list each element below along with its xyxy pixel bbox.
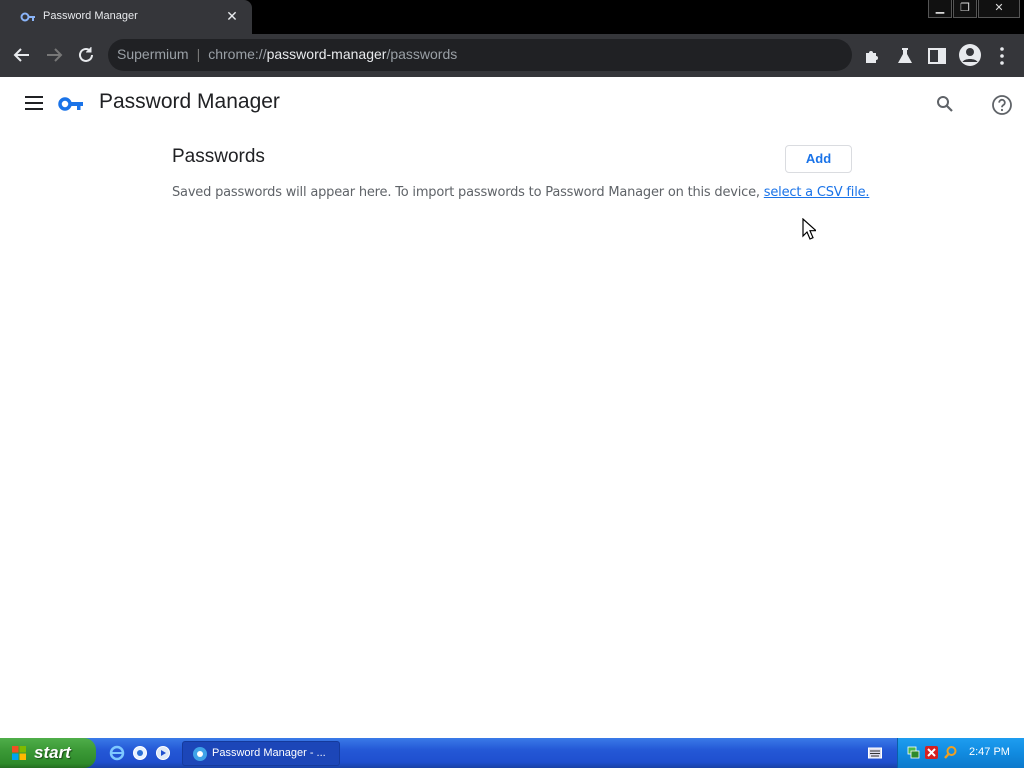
browser-app-icon	[193, 747, 207, 761]
start-button[interactable]: start	[0, 738, 96, 768]
app-title: Password Manager	[99, 90, 280, 113]
mouse-cursor-icon	[802, 218, 816, 240]
tab-password-manager[interactable]: Password Manager ✕	[0, 0, 252, 34]
window-minimize-button[interactable]: ▁	[928, 0, 952, 18]
url-host: password-manager	[266, 46, 387, 62]
window-close-button[interactable]: ✕	[978, 0, 1020, 18]
omnibox-separator: |	[196, 46, 201, 62]
system-clock: 2:47 PM	[969, 746, 1010, 758]
taskbar: start Password Manager - ... 2:47 PM	[0, 738, 1024, 768]
internet-explorer-icon[interactable]	[109, 745, 125, 761]
search-tray-icon[interactable]	[943, 745, 958, 760]
media-player-icon[interactable]	[155, 745, 171, 761]
url-scheme: chrome://	[208, 46, 267, 62]
key-icon	[20, 12, 35, 22]
search-icon[interactable]	[935, 94, 955, 114]
browser-name: Supermium	[117, 46, 189, 62]
security-alert-icon[interactable]	[924, 745, 939, 760]
network-icon[interactable]	[906, 745, 921, 760]
add-password-button[interactable]: Add	[785, 145, 852, 173]
empty-state-message: Saved passwords will appear here. To imp…	[172, 185, 870, 200]
menu-kebab-icon[interactable]	[992, 45, 1012, 67]
system-tray: 2:47 PM	[897, 738, 1024, 768]
address-bar-text[interactable]: Supermium | chrome://password-manager/pass…	[117, 46, 457, 62]
browser-quicklaunch-icon[interactable]	[132, 745, 148, 761]
help-icon[interactable]	[991, 94, 1013, 116]
labs-flask-icon[interactable]	[894, 45, 916, 67]
windows-logo-icon	[12, 746, 26, 760]
section-title: Passwords	[172, 146, 265, 167]
extensions-puzzle-icon[interactable]	[862, 45, 884, 67]
taskbar-item-label: Password Manager - ...	[212, 747, 326, 759]
reload-icon[interactable]	[75, 44, 97, 66]
keyboard-icon[interactable]	[868, 747, 882, 759]
url-path: /passwords	[386, 46, 458, 62]
start-label: start	[34, 743, 71, 762]
back-arrow-icon[interactable]	[11, 44, 33, 66]
side-panel-icon[interactable]	[926, 45, 948, 67]
window-restore-button[interactable]: ❐	[953, 0, 977, 18]
tab-strip: Password Manager ✕ ▁ ❐ ✕	[0, 0, 1024, 34]
profile-avatar-icon[interactable]	[958, 43, 982, 67]
key-logo-icon	[58, 97, 83, 111]
tab-title: Password Manager	[43, 10, 138, 22]
select-csv-link[interactable]: select a CSV file.	[764, 185, 870, 200]
page-content: Password Manager Passwords Add Saved pas…	[0, 77, 1024, 738]
taskbar-item-password-manager[interactable]: Password Manager - ...	[182, 741, 340, 766]
forward-arrow-icon[interactable]	[43, 44, 65, 66]
empty-state-text: Saved passwords will appear here. To imp…	[172, 185, 764, 200]
hamburger-menu-icon[interactable]	[24, 95, 44, 111]
tab-close-icon[interactable]: ✕	[224, 9, 240, 25]
app-header: Password Manager	[0, 77, 1024, 133]
